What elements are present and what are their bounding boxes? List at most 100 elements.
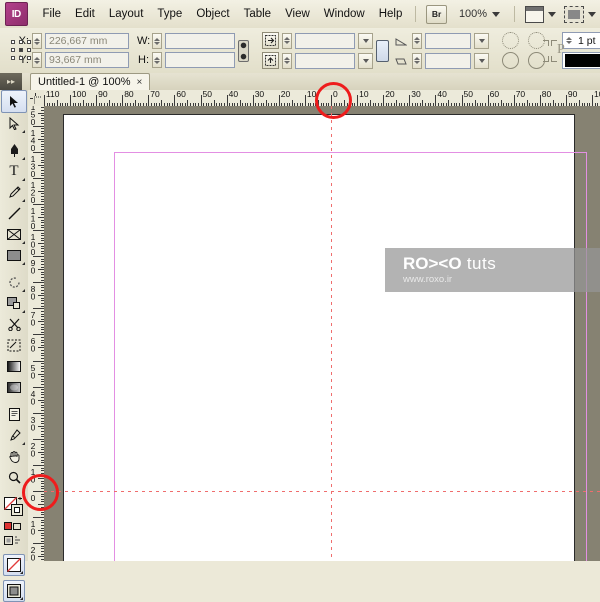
ruler-label: 20	[29, 545, 37, 560]
close-icon[interactable]: ×	[137, 77, 143, 88]
scale-vertical-icon	[262, 52, 279, 69]
watermark-brand: RO><O tuts	[403, 255, 600, 273]
ruler-major-tick	[33, 308, 44, 309]
menu-view[interactable]: View	[278, 5, 317, 23]
screen-mode-icon	[525, 6, 544, 23]
x-field[interactable]: 226,667 mm	[45, 33, 129, 49]
position-fields: X: 226,667 mm Y: 93,667 mm	[17, 33, 129, 68]
scale-x-field[interactable]	[295, 33, 355, 49]
screen-mode-button[interactable]	[564, 6, 596, 23]
vertical-ruler[interactable]: 1501401301201101009080706050403020100102…	[28, 106, 45, 561]
zoom-level-value: 100%	[459, 8, 487, 20]
ruler-label: 100	[29, 232, 37, 255]
y-field[interactable]: 93,667 mm	[45, 52, 129, 68]
rectangle-tool[interactable]	[2, 245, 26, 266]
fill-stroke-proxy[interactable]	[2, 494, 26, 520]
scale-tool[interactable]	[2, 293, 26, 314]
ruler-label: 80	[29, 284, 37, 299]
ruler-label: 60	[29, 336, 37, 351]
formatting-affects-container[interactable]	[2, 520, 26, 534]
w-label: W:	[137, 35, 149, 47]
stroke-style-combo[interactable]	[562, 52, 600, 69]
gradient-swatch-tool[interactable]	[2, 356, 26, 377]
ruler-label: 70	[150, 90, 159, 99]
view-mode-button[interactable]	[525, 6, 556, 23]
rotate-stepper[interactable]	[412, 33, 422, 49]
zoom-level-selector[interactable]: 100%	[455, 8, 504, 20]
selection-tool[interactable]	[1, 90, 27, 113]
rotate-counterclockwise-icon[interactable]	[502, 32, 519, 49]
apply-none[interactable]	[2, 534, 26, 548]
ruler-major-tick	[70, 95, 71, 106]
frame-tool[interactable]	[2, 224, 26, 245]
rotate-shear-fields	[392, 32, 489, 69]
horizontal-ruler[interactable]: 1101009080706050403020100102030405060708…	[44, 90, 600, 107]
panel-expand-icon[interactable]: ▸▸	[0, 73, 22, 90]
ruler-label: 130	[29, 154, 37, 177]
menu-edit[interactable]: Edit	[68, 5, 102, 23]
y-stepper[interactable]	[32, 52, 42, 68]
ruler-major-tick	[33, 517, 44, 518]
pencil-tool[interactable]	[2, 182, 26, 203]
preview-view-mode[interactable]	[3, 580, 25, 602]
document-tab[interactable]: Untitled-1 @ 100% ×	[30, 73, 150, 90]
ruler-label: 140	[29, 128, 37, 151]
rotate-dropdown[interactable]	[474, 33, 489, 49]
menu-layout[interactable]: Layout	[102, 5, 151, 23]
menu-file[interactable]: File	[36, 5, 69, 23]
shear-dropdown[interactable]	[474, 53, 489, 69]
document-canvas[interactable]	[44, 106, 600, 561]
w-field[interactable]	[165, 33, 235, 49]
x-stepper[interactable]	[32, 33, 42, 49]
zoom-tool[interactable]	[2, 467, 26, 488]
hand-tool[interactable]	[2, 446, 26, 467]
menu-help[interactable]: Help	[372, 5, 410, 23]
scale-x-stepper[interactable]	[282, 33, 292, 49]
stroke-weight-combo[interactable]: 1 pt	[562, 32, 600, 49]
horizontal-ruler-guide[interactable]	[44, 491, 600, 492]
menu-type[interactable]: Type	[150, 5, 189, 23]
line-tool[interactable]	[2, 203, 26, 224]
scale-y-stepper[interactable]	[282, 53, 292, 69]
bridge-button[interactable]: Br	[426, 5, 447, 24]
rotate-field[interactable]	[425, 33, 471, 49]
ruler-major-tick	[540, 95, 541, 106]
menu-object[interactable]: Object	[189, 5, 236, 23]
vertical-ruler-guide[interactable]	[331, 106, 332, 561]
chevron-down-icon	[492, 12, 500, 17]
scissors-tool[interactable]	[2, 314, 26, 335]
flip-horizontal-icon[interactable]	[502, 52, 519, 69]
stroke-weight-value: 1 pt	[574, 35, 600, 47]
normal-view-mode[interactable]	[3, 554, 25, 576]
ruler-label: 50	[29, 363, 37, 378]
type-tool[interactable]: T	[2, 161, 26, 182]
stroke-color-swatch	[565, 54, 600, 67]
rotate-flip-group	[499, 32, 548, 69]
ruler-major-tick	[44, 95, 45, 106]
rotate-tool[interactable]	[2, 272, 26, 293]
ruler-label: 10	[307, 90, 316, 99]
h-field[interactable]	[165, 52, 235, 68]
ruler-label: 30	[255, 90, 264, 99]
ruler-origin-crosshair[interactable]	[28, 90, 45, 107]
pen-tool[interactable]	[2, 140, 26, 161]
gradient-feather-tool[interactable]	[2, 377, 26, 398]
ruler-label: 70	[516, 90, 525, 99]
constrain-scale-button[interactable]	[376, 39, 389, 63]
shear-field[interactable]	[425, 53, 471, 69]
scale-y-field[interactable]	[295, 53, 355, 69]
menu-window[interactable]: Window	[317, 5, 372, 23]
scale-x-dropdown[interactable]	[358, 33, 373, 49]
w-stepper[interactable]	[152, 33, 162, 49]
free-transform-tool[interactable]	[2, 335, 26, 356]
direct-selection-tool[interactable]	[2, 113, 26, 134]
note-tool[interactable]	[2, 404, 26, 425]
shear-stepper[interactable]	[412, 53, 422, 69]
menu-table[interactable]: Table	[237, 5, 279, 23]
watermark-brand-light: tuts	[467, 254, 496, 273]
document-page[interactable]	[63, 114, 575, 561]
h-stepper[interactable]	[152, 52, 162, 68]
scale-y-dropdown[interactable]	[358, 53, 373, 69]
eyedropper-tool[interactable]	[2, 425, 26, 446]
constrain-proportions-wh-button[interactable]	[238, 39, 249, 63]
